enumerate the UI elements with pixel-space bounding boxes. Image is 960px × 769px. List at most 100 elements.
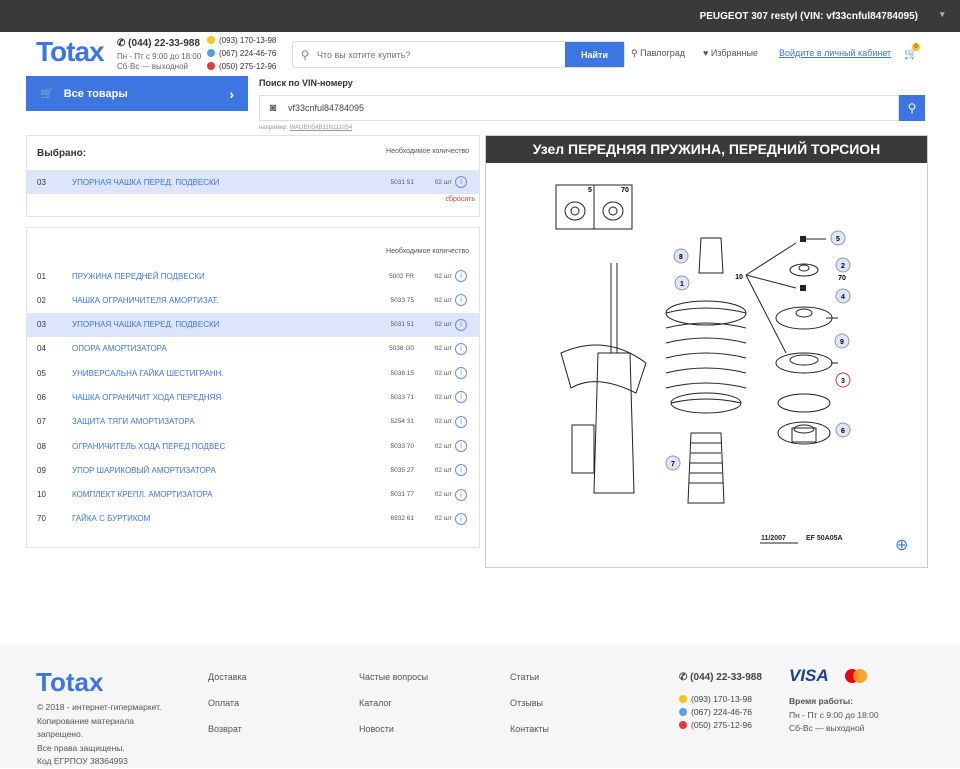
info-icon[interactable]: i — [455, 415, 467, 428]
diagram-ref: EF 50A05A — [806, 535, 843, 542]
table-row[interactable]: 08 ОГРАНИЧИТЕЛЬ ХОДА ПЕРЕД ПОДВЕС 5033 70 0… — [27, 434, 479, 458]
header-mobile-3: (050) 275-12-96 — [207, 62, 276, 71]
vodafone-icon — [207, 62, 215, 70]
info-icon[interactable]: i — [455, 294, 467, 307]
parts-diagram: Узел ПЕРЕДНЯЯ ПРУЖИНА, ПЕРЕДНИЙ ТОРСИОН — [485, 135, 928, 568]
callout-1: 1 — [680, 281, 684, 288]
vodafone-icon — [679, 721, 687, 729]
search-input[interactable] — [317, 42, 565, 67]
header-phone: ✆ (044) 22-33-988 — [117, 38, 200, 49]
mastercard-logo — [845, 669, 867, 685]
table-row[interactable]: 05 УНИВЕРСАЛЬНА ГАЙКА ШЕСТИГРАНН. 5036 15 0… — [27, 361, 479, 385]
cart-icon[interactable]: 🛒 0 — [904, 43, 920, 60]
footer-link-payment[interactable]: Оплата — [208, 698, 239, 708]
info-icon[interactable]: i — [455, 440, 467, 453]
chevron-down-icon[interactable]: ▾ — [940, 9, 948, 19]
cart-icon: 🛒 — [40, 88, 54, 100]
lifecell-icon — [207, 36, 215, 44]
footer: Totax © 2018 - интернет-гипермаркет. Копи… — [0, 645, 960, 768]
inset-label-5: 5 — [588, 187, 592, 194]
chevron-right-icon: › — [229, 85, 234, 102]
parts-panel: Необходимое количество 01 ПРУЖИНА ПЕРЕДНЕ… — [26, 227, 480, 548]
footer-mobile-2: (067) 224-46-76 — [679, 707, 752, 717]
city-selector[interactable]: ⚲ Павлоград — [631, 48, 685, 59]
footer-phone: ✆ (044) 22-33-988 — [679, 672, 762, 683]
search-icon: ⚲ — [300, 47, 310, 62]
visa-logo: VISA — [789, 666, 829, 685]
footer-link-delivery[interactable]: Доставка — [208, 672, 247, 682]
kyivstar-icon — [207, 49, 215, 57]
table-row[interactable]: 01 ПРУЖИНА ПЕРЕДНЕЙ ПОДВЕСКИ 5002 FR 02 шт i — [27, 264, 479, 288]
favorites-link[interactable]: ♥ Избранные — [703, 48, 758, 58]
footer-logo[interactable]: Totax — [36, 667, 103, 698]
lifecell-icon — [679, 695, 687, 703]
info-icon[interactable]: i — [455, 176, 467, 188]
vin-example-link[interactable]: WAUBH54B11N111054 — [290, 125, 352, 131]
table-row[interactable]: 09 УПОР ШАРИКОВЫЙ АМОРТИЗАТОРА 5035 27 02 ш… — [27, 458, 479, 482]
qty-column-header: Необходимое количество — [386, 248, 469, 255]
selected-panel: Выбрано: Необходимое количество 03 УПОРН… — [26, 135, 480, 217]
footer-link-contacts[interactable]: Контакты — [510, 724, 549, 734]
header-hours: Пн - Пт с 9:00 до 18:00 Сб-Вс — выходной — [117, 52, 202, 71]
callout-3: 3 — [841, 378, 845, 385]
footer-link-faq[interactable]: Частые вопросы — [359, 672, 428, 682]
info-icon[interactable]: i — [455, 367, 467, 380]
callout-9: 9 — [840, 339, 844, 346]
inset-label-70: 70 — [621, 187, 629, 194]
search-button[interactable]: Найти — [565, 42, 624, 67]
footer-hours: Пн - Пт с 9:00 до 18:00 Сб-Вс — выходной — [789, 710, 879, 733]
footer-link-return[interactable]: Возврат — [208, 724, 242, 734]
search-icon: ⚲ — [907, 101, 917, 115]
callout-7: 7 — [671, 461, 675, 468]
callout-6: 6 — [841, 428, 845, 435]
vin-input[interactable]: ◙ vf33cnful84784095 — [259, 95, 899, 121]
table-row[interactable]: 10 КОМПЛЕКТ КРЕПЛ. АМОРТИЗАТОРА 5031 77 02 … — [27, 483, 479, 507]
heart-icon: ♥ — [703, 48, 711, 58]
vin-search-button[interactable]: ⚲ — [899, 95, 925, 121]
footer-link-articles[interactable]: Статьи — [510, 672, 539, 682]
login-link[interactable]: Войдите в личный кабинет — [779, 48, 891, 58]
info-icon[interactable]: i — [455, 512, 467, 525]
footer-link-reviews[interactable]: Отзывы — [510, 698, 543, 708]
header: Totax ✆ (044) 22-33-988 Пн - Пт с 9:00 д… — [0, 32, 960, 76]
cart-badge: 0 — [912, 43, 920, 51]
footer-link-catalog[interactable]: Каталог — [359, 698, 392, 708]
vin-example: например: WAUBH54B11N111054 — [259, 125, 353, 131]
footer-hours-title: Время работы: — [789, 696, 853, 706]
info-icon[interactable]: i — [455, 270, 467, 282]
vehicle-selector[interactable]: PEUGEOT 307 restyl (VIN: vf33cnful847840… — [700, 11, 918, 22]
phone-icon: ✆ — [679, 672, 691, 683]
table-row[interactable]: 07 ЗАЩИТА ТЯГИ АМОРТИЗАТОРА 5254 31 02 шт i — [27, 410, 479, 434]
vin-value[interactable]: vf33cnful84784095 — [288, 103, 364, 113]
callout-5: 5 — [836, 236, 840, 243]
location-icon: ⚲ — [631, 48, 641, 58]
all-goods-button[interactable]: 🛒 Все товары › — [26, 76, 248, 111]
table-row[interactable]: 70 ГАЙКА С БУРТИКОМ 6932 61 02 шт i — [27, 507, 479, 531]
footer-mobile-1: (093) 170-13-98 — [679, 694, 752, 704]
header-mobile-2: (067) 224-46-76 — [207, 49, 276, 58]
vin-search-title: Поиск по VIN-номеру — [259, 78, 353, 88]
top-bar: PEUGEOT 307 restyl (VIN: vf33cnful847840… — [0, 0, 960, 32]
logo[interactable]: Totax — [36, 36, 105, 68]
footer-mobile-3: (050) 275-12-96 — [679, 720, 752, 730]
selected-row[interactable]: 03 УПОРНАЯ ЧАШКА ПЕРЕД. ПОДВЕСКИ 5031 51… — [27, 170, 479, 194]
callout-4: 4 — [841, 294, 845, 301]
callout-2: 2 — [841, 263, 845, 270]
table-row[interactable]: 02 ЧАШКА ОГРАНИЧИТЕЛЯ АМОРТИЗАТ. 5033 75 02… — [27, 288, 479, 312]
info-icon[interactable]: i — [455, 488, 467, 501]
footer-link-news[interactable]: Новости — [359, 724, 394, 734]
info-icon[interactable]: i — [455, 318, 467, 331]
selected-title: Выбрано: — [37, 148, 87, 159]
info-icon[interactable]: i — [455, 342, 467, 355]
qty-column-header: Необходимое количество — [386, 148, 469, 155]
selected-header: Выбрано: Необходимое количество — [27, 136, 479, 170]
info-icon[interactable]: i — [455, 391, 467, 404]
table-row[interactable]: 03 УПОРНАЯ ЧАШКА ПЕРЕД. ПОДВЕСКИ 5031 51 02… — [27, 312, 479, 337]
table-row[interactable]: 04 ОПОРА АМОРТИЗАТОРА 5038 G0 02 шт i — [27, 337, 479, 361]
reset-link[interactable]: сбросить — [27, 196, 479, 203]
zoom-icon[interactable]: ⊕ — [895, 535, 908, 555]
table-row[interactable]: 06 ЧАШКА ОГРАНИЧИТ ХОДА ПЕРЕДНЯЯ 5033 71 02… — [27, 385, 479, 409]
camera-icon[interactable]: ◙ — [260, 102, 286, 114]
callout-70: 70 — [838, 275, 846, 282]
info-icon[interactable]: i — [455, 464, 467, 477]
